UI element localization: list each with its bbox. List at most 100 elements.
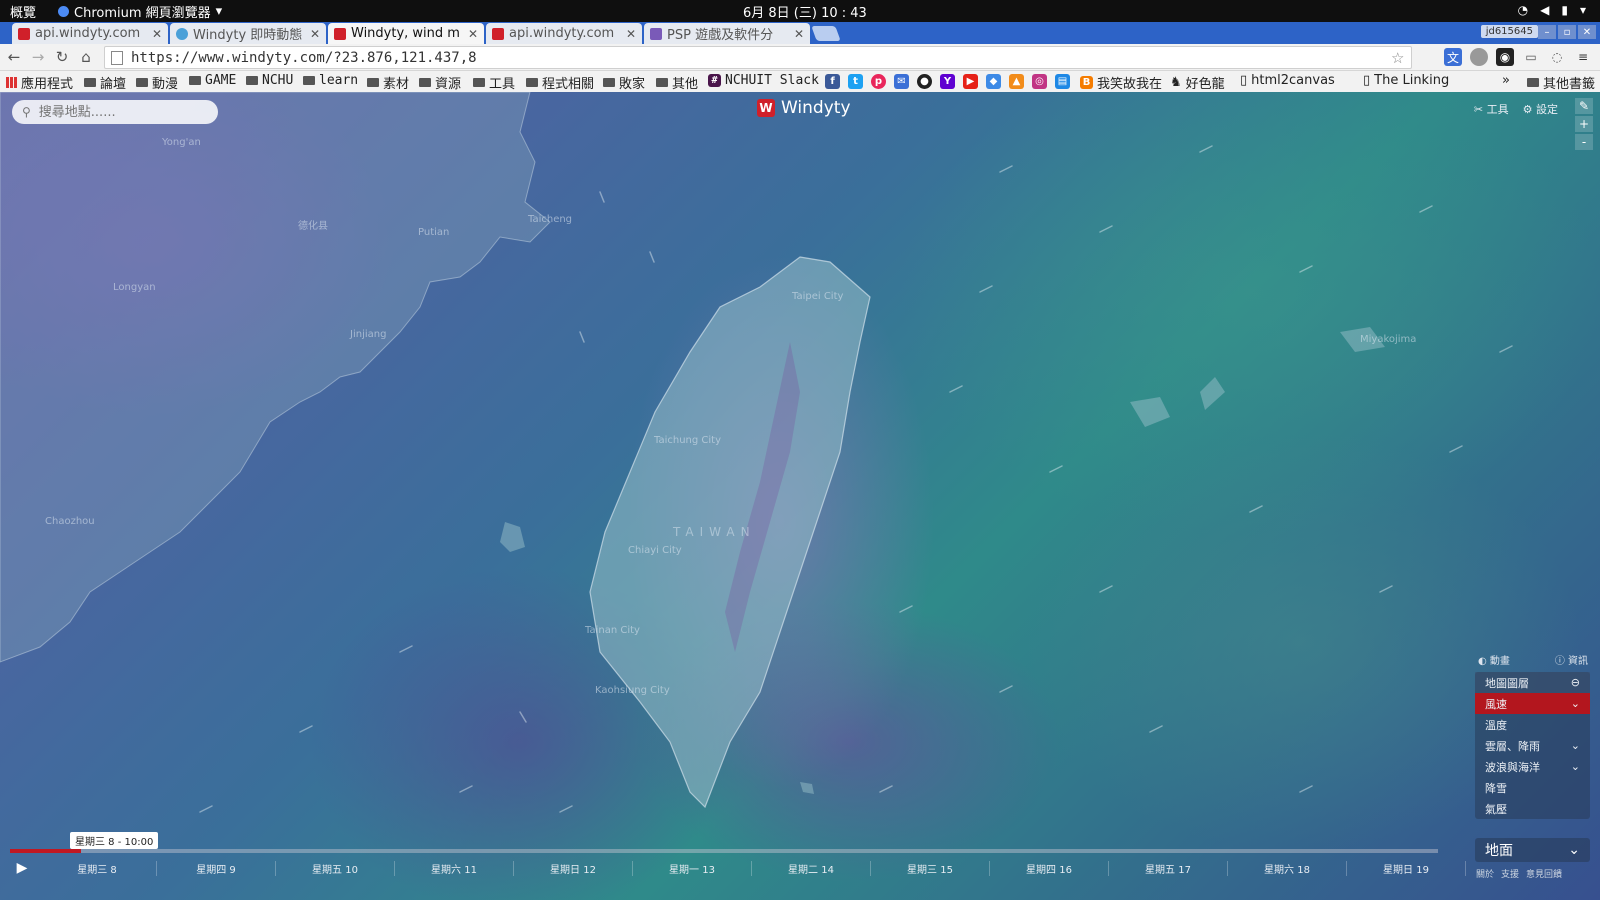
timeline-day[interactable]: 星期五 10 — [276, 861, 395, 876]
close-icon[interactable]: ✕ — [150, 27, 164, 41]
weather-map[interactable]: Yong'an 德化县 Putian Taicheng Longyan Jinj… — [0, 92, 1600, 900]
about-link[interactable]: 關於 — [1476, 867, 1494, 880]
facebook-icon[interactable]: f — [825, 74, 840, 89]
twitter-icon[interactable]: t — [848, 74, 863, 89]
bookmark-link[interactable]: ▯ html2canvas — [1240, 73, 1335, 88]
extension-icon[interactable] — [1470, 48, 1488, 66]
activities-button[interactable]: 概覽 — [10, 2, 36, 21]
bookmark-star-icon[interactable]: ☆ — [1391, 49, 1411, 67]
close-icon[interactable]: ✕ — [466, 27, 480, 41]
windyty-brand[interactable]: W Windyty — [757, 98, 851, 118]
timeline-day[interactable]: 星期六 11 — [395, 861, 514, 876]
url-input[interactable] — [129, 48, 1391, 67]
browser-tab[interactable]: api.windyty.com ✕ — [12, 23, 168, 44]
layer-clouds-rain[interactable]: 雲層、降雨 ⌄ — [1475, 735, 1590, 756]
timeline-progress[interactable] — [10, 849, 82, 853]
zoom-in-button[interactable]: + — [1575, 116, 1593, 132]
layer-temperature[interactable]: 溫度 — [1475, 714, 1590, 735]
timeline-track[interactable] — [10, 849, 1438, 853]
timeline-day[interactable]: 星期三 8 — [38, 861, 157, 876]
tools-button[interactable]: ✂ 工具 — [1474, 101, 1509, 117]
layer-waves-ocean[interactable]: 波浪與海洋 ⌄ — [1475, 756, 1590, 777]
zoom-out-button[interactable]: - — [1575, 134, 1593, 150]
clock[interactable]: 6月 8日 (三) 10 : 43 — [743, 2, 867, 21]
timeline-day[interactable]: 星期二 14 — [752, 861, 871, 876]
bookmark-folder[interactable]: 工具 — [473, 73, 515, 92]
back-button[interactable]: ← — [4, 47, 24, 67]
extension-icon[interactable]: ◌ — [1548, 48, 1566, 66]
support-link[interactable]: 支援 — [1501, 867, 1519, 880]
timeline-day[interactable]: 星期日 12 — [514, 861, 633, 876]
bookmark-folder[interactable]: 敗家 — [603, 73, 645, 92]
instagram-icon[interactable]: ◎ — [1032, 74, 1047, 89]
altitude-select[interactable]: 地面 ⌄ — [1475, 838, 1590, 862]
new-tab-button[interactable] — [811, 26, 841, 41]
bookmark-nchuit-slack[interactable]: # NCHUIT Slack — [708, 73, 819, 88]
search-input[interactable] — [36, 103, 201, 121]
bookmark-folder[interactable]: 其他 — [656, 73, 698, 92]
forward-button[interactable]: → — [28, 47, 48, 67]
layer-wind-speed[interactable]: 風速 ⌄ — [1475, 693, 1590, 714]
timeline-day[interactable]: 星期四 16 — [990, 861, 1109, 876]
close-icon[interactable]: ✕ — [624, 27, 638, 41]
close-icon[interactable]: ✕ — [308, 27, 322, 41]
translate-extension-icon[interactable]: 文 — [1444, 48, 1462, 66]
maximize-icon[interactable]: ▫ — [1558, 25, 1576, 39]
bookmark-folder[interactable]: learn — [303, 73, 358, 88]
bookmark-link[interactable]: B 我笑故我在 — [1080, 73, 1162, 92]
close-window-icon[interactable]: ✕ — [1578, 25, 1596, 39]
layer-pressure[interactable]: 氣壓 — [1475, 798, 1590, 819]
layers-header[interactable]: 地圖圖層 ⊖ — [1475, 672, 1590, 693]
youtube-icon[interactable]: ▶ — [963, 74, 978, 89]
feedback-link[interactable]: 意見回饋 — [1526, 867, 1562, 880]
browser-tab[interactable]: PSP 遊戲及軟件分 ✕ — [644, 23, 810, 44]
system-tray[interactable]: ◔ ◀ ▮ ▾ — [1518, 3, 1586, 17]
home-button[interactable]: ⌂ — [76, 47, 96, 67]
bookmark-other-folder[interactable]: 其他書籤 — [1527, 73, 1595, 92]
browser-tab[interactable]: api.windyty.com ✕ — [486, 23, 642, 44]
bookmark-folder[interactable]: 動漫 — [136, 73, 178, 92]
bookmark-apps[interactable]: 應用程式 — [6, 73, 73, 92]
pinterest-icon[interactable]: p — [871, 74, 886, 89]
settings-button[interactable]: ⚙ 設定 — [1523, 101, 1558, 117]
close-icon[interactable]: ✕ — [792, 27, 806, 41]
incognito-extension-icon[interactable]: ◉ — [1496, 48, 1514, 66]
dropbox-icon[interactable]: ◆ — [986, 74, 1001, 89]
timeline-day[interactable]: 星期三 15 — [871, 861, 990, 876]
github-icon[interactable]: ● — [917, 74, 932, 89]
bookmark-folder[interactable]: NCHU — [246, 73, 293, 88]
timeline-day[interactable]: 星期一 13 — [633, 861, 752, 876]
timeline-day[interactable]: 星期日 19 — [1347, 861, 1466, 876]
address-bar[interactable]: ☆ — [104, 46, 1412, 69]
bookmark-folder[interactable]: 論壇 — [84, 73, 126, 92]
minimize-icon[interactable]: – — [1538, 25, 1556, 39]
bookmarks-overflow-button[interactable]: » — [1502, 73, 1510, 88]
location-search[interactable]: ⚲ — [12, 100, 218, 124]
timeline-day[interactable]: 星期五 17 — [1109, 861, 1228, 876]
bookmark-site-icon[interactable]: ▤ — [1055, 74, 1070, 89]
bookmark-site-icon[interactable]: ▲ — [1009, 74, 1024, 89]
layer-snow[interactable]: 降雪 — [1475, 777, 1590, 798]
play-icon[interactable]: ▶ — [14, 860, 30, 876]
app-menu[interactable]: Chromium 網頁瀏覽器 ▾ — [58, 2, 222, 21]
bookmark-link[interactable]: ♞ 好色龍 — [1170, 73, 1225, 92]
animation-toggle[interactable]: ◐ 動畫 — [1478, 652, 1510, 667]
browser-tab-active[interactable]: Windyty, wind m ✕ — [328, 23, 484, 44]
info-toggle[interactable]: ⓘ 資訊 — [1555, 652, 1588, 667]
profile-badge[interactable]: jd615645 — [1480, 25, 1538, 38]
timeline-day[interactable]: 星期四 9 — [157, 861, 276, 876]
reload-button[interactable]: ↻ — [52, 47, 72, 67]
timeline-day[interactable]: 星期六 18 — [1228, 861, 1347, 876]
bookmark-folder[interactable]: GAME — [189, 73, 236, 88]
bookmark-folder[interactable]: 程式相關 — [526, 73, 594, 92]
window-controls: – ▫ ✕ — [1538, 25, 1596, 39]
cast-icon[interactable]: ▭ — [1522, 48, 1540, 66]
browser-tab[interactable]: Windyty 即時動態 ✕ — [170, 23, 326, 44]
bookmark-folder[interactable]: 素材 — [367, 73, 409, 92]
mail-icon[interactable]: ✉ — [894, 74, 909, 89]
bookmark-folder[interactable]: 資源 — [419, 73, 461, 92]
menu-icon[interactable]: ≡ — [1574, 48, 1592, 66]
bookmark-link[interactable]: ▯ The Linking — [1363, 73, 1463, 88]
yahoo-icon[interactable]: Y — [940, 74, 955, 89]
edit-icon[interactable]: ✎ — [1575, 98, 1593, 114]
